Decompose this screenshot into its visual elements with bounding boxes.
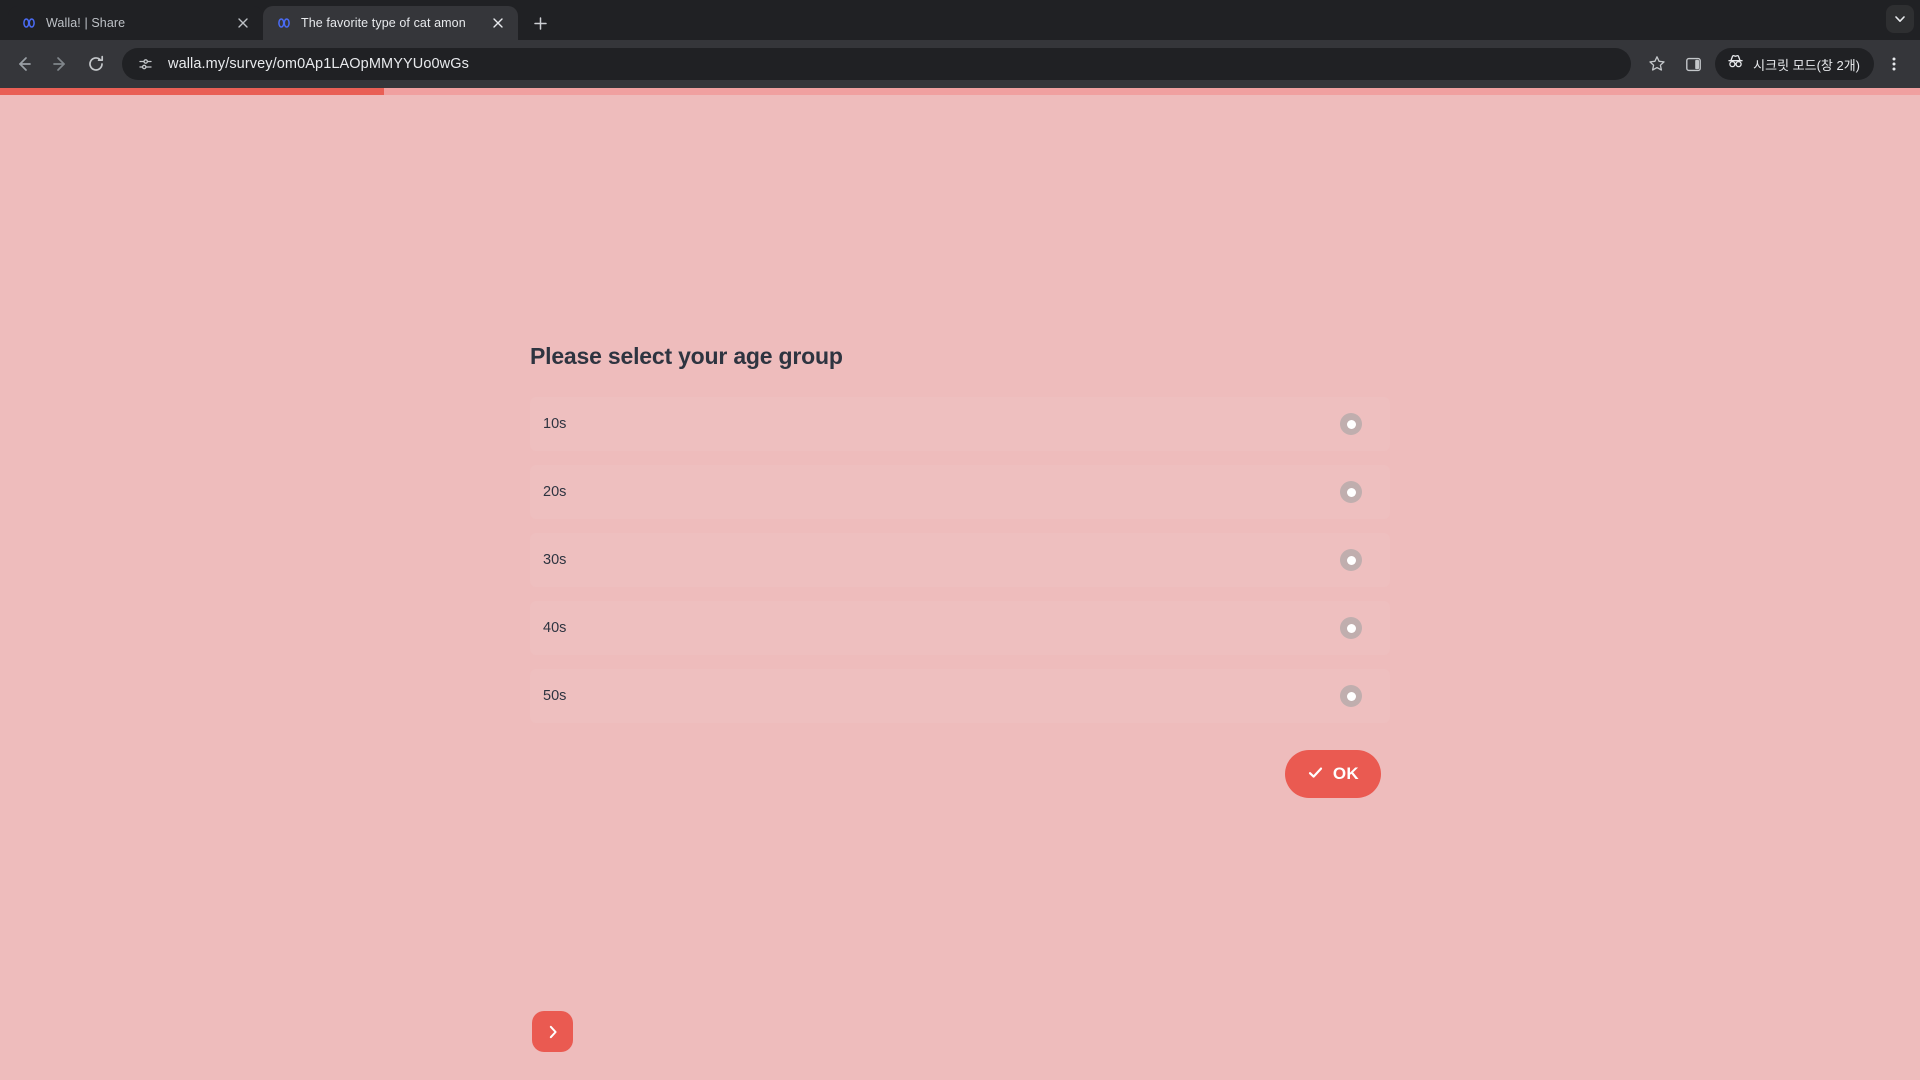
incognito-label: 시크릿 모드(창 2개) — [1753, 57, 1860, 73]
star-icon — [1649, 56, 1665, 71]
forward-button[interactable] — [44, 48, 76, 80]
next-question-button[interactable] — [532, 1011, 573, 1052]
back-button[interactable] — [8, 48, 40, 80]
radio-dot — [1346, 555, 1356, 565]
reload-button[interactable] — [80, 48, 112, 80]
forward-arrow-icon — [53, 57, 65, 71]
age-group-option-10s[interactable]: 10s — [530, 397, 1390, 451]
radio-dot — [1346, 487, 1356, 497]
radio-dot — [1346, 691, 1356, 701]
browser-menu-button[interactable] — [1878, 48, 1910, 80]
ok-button[interactable]: OK — [1284, 750, 1381, 798]
age-group-option-list: 10s 20s 30s 40s 50s — [530, 397, 1390, 723]
survey-container: Please select your age group 10s 20s 30s 40… — [530, 88, 1390, 798]
tune-sliders-icon[interactable] — [132, 51, 158, 77]
radio-button[interactable] — [1340, 617, 1362, 639]
tab-favorite-cat-survey[interactable]: The favorite type of cat amon — [263, 6, 518, 40]
option-label: 20s — [543, 484, 567, 500]
age-group-option-20s[interactable]: 20s — [530, 465, 1390, 519]
walla-logo-icon — [21, 15, 37, 31]
radio-dot — [1346, 419, 1356, 429]
survey-progress-fill — [0, 88, 384, 95]
reload-icon — [89, 55, 104, 71]
plus-icon — [533, 16, 547, 30]
tab-title: Walla! | Share — [46, 16, 126, 30]
radio-button[interactable] — [1340, 481, 1362, 503]
back-arrow-icon — [19, 57, 31, 71]
age-group-option-40s[interactable]: 40s — [530, 601, 1390, 655]
page-title: Please select your age group — [530, 343, 843, 369]
radio-dot — [1346, 623, 1356, 633]
three-dot-menu-icon — [1892, 57, 1896, 71]
bookmark-button[interactable] — [1641, 48, 1673, 80]
chevron-down-icon — [1895, 16, 1905, 22]
option-label: 50s — [543, 688, 567, 704]
url-text: walla.my/survey/om0Ap1LAOpMMYYUo0wGs — [168, 56, 469, 72]
ok-button-label: OK — [1332, 764, 1359, 783]
option-label: 10s — [543, 416, 567, 432]
browser-window: Walla! | Share The favorite type of cat … — [0, 0, 1920, 1080]
browser-toolbar: walla.my/survey/om0Ap1LAOpMMYYUo0wGs 시크릿… — [0, 40, 1920, 88]
page-viewport: Please select your age group 10s 20s 30s 40… — [0, 88, 1920, 1080]
age-group-option-50s[interactable]: 50s — [530, 669, 1390, 723]
new-tab-button[interactable] — [526, 9, 554, 37]
incognito-indicator[interactable]: 시크릿 모드(창 2개) — [1715, 48, 1874, 80]
address-bar[interactable]: walla.my/survey/om0Ap1LAOpMMYYUo0wGs — [122, 48, 1632, 80]
incognito-hat-icon — [1726, 52, 1745, 76]
tab-walla-share[interactable]: Walla! | Share — [8, 6, 263, 40]
radio-button[interactable] — [1340, 685, 1362, 707]
ok-button-row: OK — [530, 750, 1390, 798]
check-icon — [1307, 764, 1324, 784]
tab-title: The favorite type of cat amon — [301, 16, 466, 30]
chevron-right-icon — [549, 1025, 557, 1038]
close-icon[interactable] — [233, 13, 253, 33]
tab-search-button[interactable] — [1886, 5, 1914, 33]
tab-strip: Walla! | Share The favorite type of cat … — [0, 0, 1920, 40]
age-group-option-30s[interactable]: 30s — [530, 533, 1390, 587]
option-label: 30s — [543, 552, 567, 568]
option-label: 40s — [543, 620, 567, 636]
side-panel-button[interactable] — [1677, 48, 1709, 80]
radio-button[interactable] — [1340, 413, 1362, 435]
side-panel-icon — [1685, 57, 1701, 71]
radio-button[interactable] — [1340, 549, 1362, 571]
close-icon[interactable] — [488, 13, 508, 33]
walla-logo-icon — [276, 15, 292, 31]
